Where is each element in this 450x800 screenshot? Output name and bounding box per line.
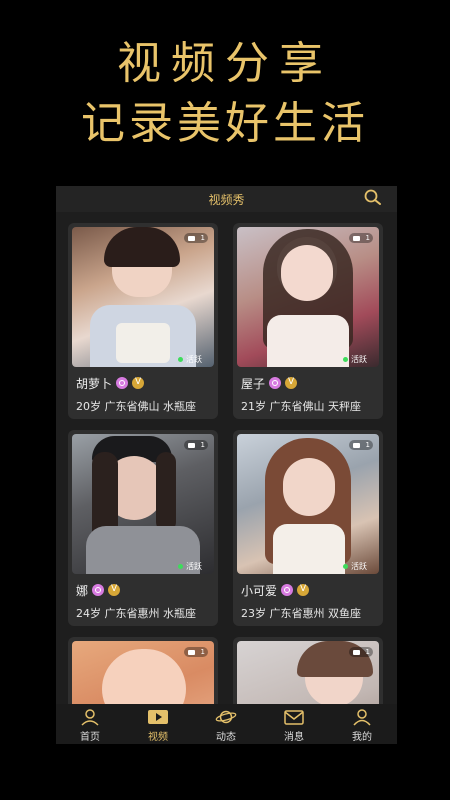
video-card[interactable]: 1 活跃 小可爱 23岁 广东省惠州 双鱼座 [233, 430, 383, 626]
mail-icon [284, 710, 304, 725]
tab-video[interactable]: 视频 [124, 704, 192, 744]
user-info: 24岁 广东省惠州 水瓶座 [76, 607, 196, 620]
video-thumbnail[interactable]: 1 活跃 [237, 434, 379, 574]
video-card[interactable]: 1 活跃 胡萝卜 20岁 广东省佛山 水瓶座 [68, 223, 218, 419]
top-bar: 视频秀 [56, 186, 397, 212]
female-badge-icon [281, 584, 294, 596]
vip-badge-icon [285, 377, 298, 389]
video-count-badge: 1 [349, 233, 373, 243]
active-status: 活跃 [343, 354, 367, 365]
video-play-icon [148, 710, 168, 724]
video-thumbnail[interactable]: 1 活跃 [72, 434, 214, 574]
vip-badge-icon [108, 584, 121, 596]
user-name-row: 小可爱 [241, 582, 310, 598]
promo-header: 视频分享 记录美好生活 [0, 0, 450, 180]
tab-label: 视频 [148, 732, 168, 743]
page-title: 视频秀 [208, 193, 245, 207]
tab-messages[interactable]: 消息 [260, 704, 328, 744]
promo-title: 视频分享 [117, 38, 333, 89]
search-icon[interactable] [363, 189, 383, 207]
active-status: 活跃 [343, 561, 367, 572]
bottom-tab-bar: 首页 视频 动态 消息 我的 [56, 704, 397, 744]
user-name-row: 娜 [76, 582, 121, 598]
video-card[interactable]: 1 活跃 屋子 21岁 广东省佛山 天秤座 [233, 223, 383, 419]
video-count-badge: 1 [184, 233, 208, 243]
video-count-badge: 1 [349, 440, 373, 450]
user-name: 娜 [76, 583, 89, 598]
tab-label: 首页 [80, 732, 100, 743]
app-screen: 视频秀 1 活跃 胡萝卜 20岁 广东省佛山 水瓶座 [56, 186, 397, 744]
tab-label: 动态 [216, 732, 236, 743]
female-badge-icon [269, 377, 282, 389]
home-person-icon [81, 709, 99, 726]
active-status: 活跃 [178, 561, 202, 572]
tab-moments[interactable]: 动态 [192, 704, 260, 744]
video-card[interactable]: 1 活跃 娜 24岁 广东省惠州 水瓶座 [68, 430, 218, 626]
video-thumbnail[interactable]: 1 活跃 [237, 227, 379, 367]
user-name: 胡萝卜 [76, 376, 113, 391]
user-info: 21岁 广东省佛山 天秤座 [241, 400, 361, 413]
female-badge-icon [92, 584, 105, 596]
promo-subtitle: 记录美好生活 [81, 98, 369, 149]
female-badge-icon [116, 377, 129, 389]
tab-label: 消息 [284, 732, 304, 743]
user-icon [353, 709, 371, 726]
video-count-badge: 1 [184, 440, 208, 450]
tab-profile[interactable]: 我的 [328, 704, 396, 744]
planet-icon [215, 710, 237, 724]
video-count-badge: 1 [349, 647, 373, 657]
user-info: 20岁 广东省佛山 水瓶座 [76, 400, 196, 413]
user-name: 屋子 [241, 376, 266, 391]
user-name-row: 屋子 [241, 375, 298, 391]
user-info: 23岁 广东省惠州 双鱼座 [241, 607, 361, 620]
video-grid: 1 活跃 胡萝卜 20岁 广东省佛山 水瓶座 1 活跃 屋子 [56, 212, 397, 744]
video-thumbnail[interactable]: 1 活跃 [72, 227, 214, 367]
active-status: 活跃 [178, 354, 202, 365]
user-name: 小可爱 [241, 583, 278, 598]
video-count-badge: 1 [184, 647, 208, 657]
tab-home[interactable]: 首页 [56, 704, 124, 744]
vip-badge-icon [132, 377, 145, 389]
tab-label: 我的 [352, 732, 372, 743]
user-name-row: 胡萝卜 [76, 375, 145, 391]
vip-badge-icon [297, 584, 310, 596]
